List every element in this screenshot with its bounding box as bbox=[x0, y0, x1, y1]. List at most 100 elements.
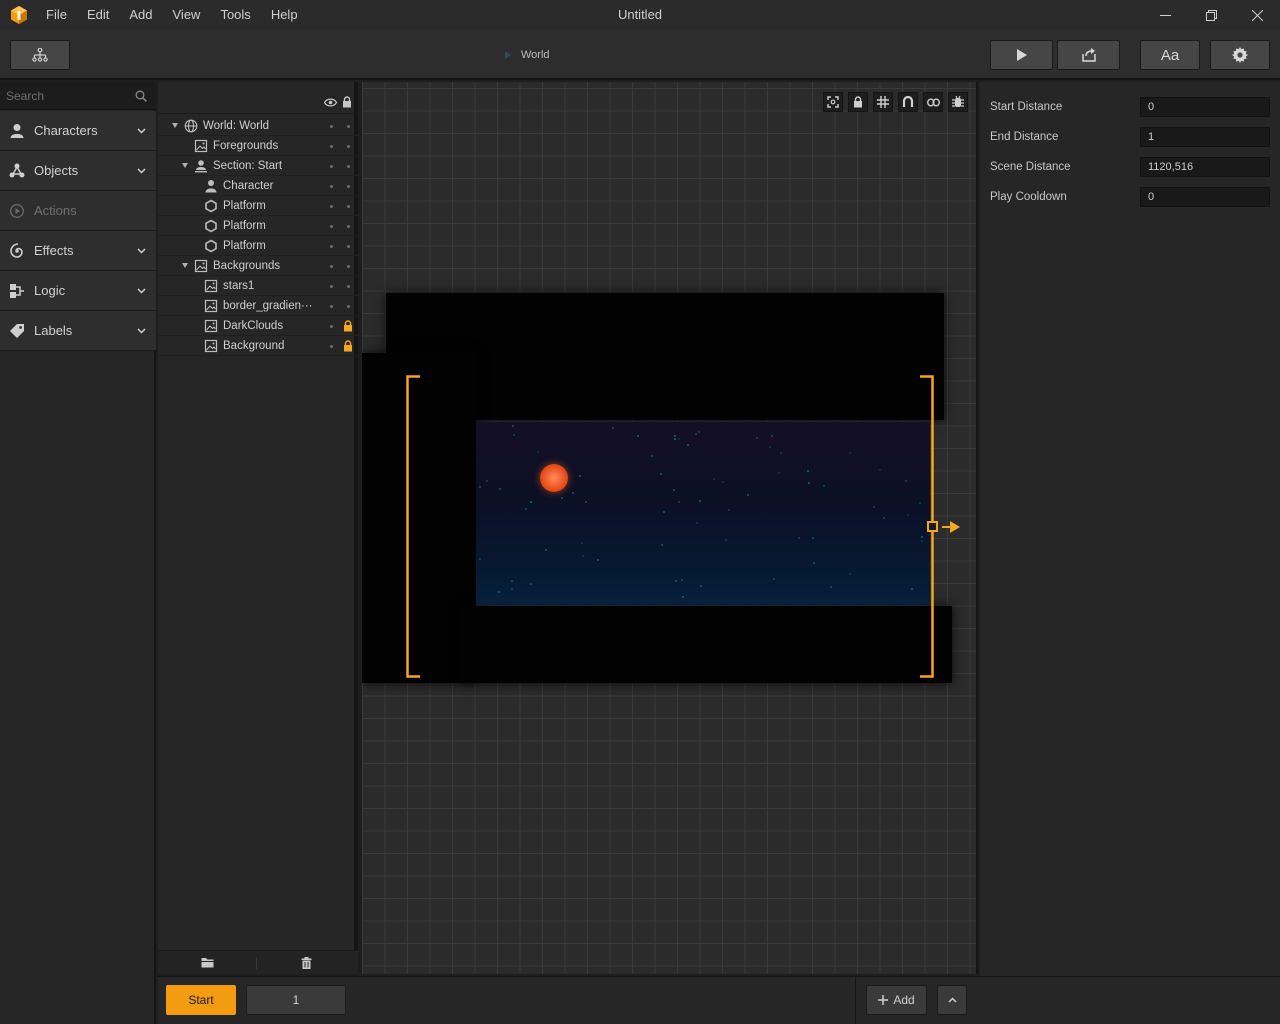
visibility-dot-icon[interactable] bbox=[330, 265, 333, 268]
font-button[interactable]: Aa bbox=[1140, 40, 1200, 70]
menu-file[interactable]: File bbox=[36, 0, 77, 30]
tree-item[interactable]: Backgrounds bbox=[158, 256, 358, 276]
lock-dot-icon[interactable] bbox=[347, 305, 350, 308]
lock-icon[interactable] bbox=[343, 340, 353, 352]
start-scene-button[interactable]: Start bbox=[166, 985, 236, 1015]
category-objects[interactable]: Objects bbox=[0, 151, 156, 191]
toolbar: World Aa bbox=[0, 30, 1280, 80]
settings-button[interactable] bbox=[1210, 40, 1270, 70]
canvas-tool-grid[interactable] bbox=[873, 92, 893, 112]
menu-view[interactable]: View bbox=[163, 0, 211, 30]
visibility-dot-icon[interactable] bbox=[330, 325, 333, 328]
menu-bar: File Edit Add View Tools Help bbox=[36, 0, 308, 30]
tree-item[interactable]: Foregrounds bbox=[158, 136, 358, 156]
image-icon bbox=[204, 339, 218, 353]
tree-item[interactable]: Character bbox=[158, 176, 358, 196]
search-icon[interactable] bbox=[135, 90, 147, 102]
canvas-tool-snap[interactable] bbox=[898, 92, 918, 112]
lock-dot-icon[interactable] bbox=[347, 185, 350, 188]
canvas-tool-debug[interactable] bbox=[948, 92, 968, 112]
start-distance-field[interactable] bbox=[1140, 97, 1270, 117]
visibility-dot-icon[interactable] bbox=[330, 125, 333, 128]
lock-dot-icon[interactable] bbox=[347, 245, 350, 248]
property-row: End Distance bbox=[980, 122, 1280, 152]
lock-dot-icon[interactable] bbox=[347, 165, 350, 168]
tree-item[interactable]: Platform bbox=[158, 196, 358, 216]
category-actions: Actions bbox=[0, 191, 156, 231]
close-button[interactable] bbox=[1234, 0, 1280, 30]
visibility-dot-icon[interactable] bbox=[330, 145, 333, 148]
tree-item[interactable]: border_gradien··· bbox=[158, 296, 358, 316]
lock-dot-icon[interactable] bbox=[347, 265, 350, 268]
fit-icon bbox=[827, 96, 839, 108]
canvas-tool-fit[interactable] bbox=[823, 92, 843, 112]
section-resize-handle[interactable] bbox=[927, 521, 938, 532]
breadcrumb[interactable]: World bbox=[505, 49, 550, 61]
category-effects[interactable]: Effects bbox=[0, 231, 156, 271]
visibility-dot-icon[interactable] bbox=[330, 245, 333, 248]
tree-item-label: Platform bbox=[223, 200, 266, 212]
lock-dot-icon[interactable] bbox=[347, 145, 350, 148]
lock-dot-icon[interactable] bbox=[347, 285, 350, 288]
search-input[interactable] bbox=[0, 82, 130, 110]
add-scene-label: Add bbox=[893, 993, 915, 1007]
objects-icon bbox=[9, 163, 25, 178]
tree-item[interactable]: Section: Start bbox=[158, 156, 358, 176]
spiral-icon bbox=[10, 243, 23, 258]
play-button[interactable] bbox=[990, 40, 1053, 70]
category-label: Logic bbox=[34, 283, 66, 298]
visibility-dot-icon[interactable] bbox=[330, 305, 333, 308]
expand-arrow-icon[interactable] bbox=[172, 123, 178, 128]
scene-number-field[interactable]: 1 bbox=[246, 985, 346, 1015]
menu-help[interactable]: Help bbox=[261, 0, 308, 30]
tree-item[interactable]: Platform bbox=[158, 216, 358, 236]
tree-item-label: World: World bbox=[203, 120, 270, 132]
section-exit-arrow-icon[interactable] bbox=[942, 521, 960, 533]
lock-icon[interactable] bbox=[343, 320, 353, 332]
menu-tools[interactable]: Tools bbox=[210, 0, 260, 30]
visibility-dot-icon[interactable] bbox=[330, 285, 333, 288]
hexagon-icon bbox=[205, 199, 217, 213]
hexagon-icon bbox=[205, 219, 217, 233]
expand-arrow-icon[interactable] bbox=[182, 163, 188, 168]
lock-icon[interactable] bbox=[342, 96, 352, 108]
expand-arrow-icon[interactable] bbox=[182, 263, 188, 268]
expand-up-button[interactable] bbox=[937, 985, 967, 1015]
trash-icon[interactable] bbox=[301, 957, 312, 969]
tree-item-label: Foregrounds bbox=[213, 140, 279, 152]
add-scene-button[interactable]: Add bbox=[866, 985, 927, 1015]
export-button[interactable] bbox=[1057, 40, 1120, 70]
category-label: Effects bbox=[34, 243, 74, 258]
tree-item[interactable]: Background bbox=[158, 336, 358, 356]
canvas-tool-lock[interactable] bbox=[848, 92, 868, 112]
visibility-dot-icon[interactable] bbox=[330, 345, 333, 348]
visibility-dot-icon[interactable] bbox=[330, 205, 333, 208]
minimize-button[interactable] bbox=[1142, 0, 1188, 30]
lock-dot-icon[interactable] bbox=[347, 225, 350, 228]
menu-edit[interactable]: Edit bbox=[77, 0, 119, 30]
hierarchy-footer bbox=[158, 950, 358, 974]
lock-dot-icon[interactable] bbox=[347, 205, 350, 208]
hierarchy-header bbox=[158, 82, 358, 114]
category-labels[interactable]: Labels bbox=[0, 311, 156, 351]
tree-item[interactable]: DarkClouds bbox=[158, 316, 358, 336]
hierarchy-toggle-button[interactable] bbox=[10, 40, 70, 70]
lock-dot-icon[interactable] bbox=[347, 125, 350, 128]
visibility-dot-icon[interactable] bbox=[330, 185, 333, 188]
category-logic[interactable]: Logic bbox=[0, 271, 156, 311]
category-characters[interactable]: Characters bbox=[0, 111, 156, 151]
scene-viewport[interactable] bbox=[362, 82, 978, 974]
tree-item[interactable]: stars1 bbox=[158, 276, 358, 296]
scene-distance-field[interactable] bbox=[1140, 157, 1270, 177]
folder-icon[interactable] bbox=[201, 957, 214, 968]
menu-add[interactable]: Add bbox=[119, 0, 162, 30]
visibility-dot-icon[interactable] bbox=[330, 225, 333, 228]
tree-item[interactable]: World: World bbox=[158, 116, 358, 136]
play-cooldown-field[interactable] bbox=[1140, 187, 1270, 207]
visibility-dot-icon[interactable] bbox=[330, 165, 333, 168]
canvas-tool-link[interactable] bbox=[923, 92, 943, 112]
restore-button[interactable] bbox=[1188, 0, 1234, 30]
end-distance-field[interactable] bbox=[1140, 127, 1270, 147]
eye-icon[interactable] bbox=[324, 98, 337, 107]
tree-item[interactable]: Platform bbox=[158, 236, 358, 256]
